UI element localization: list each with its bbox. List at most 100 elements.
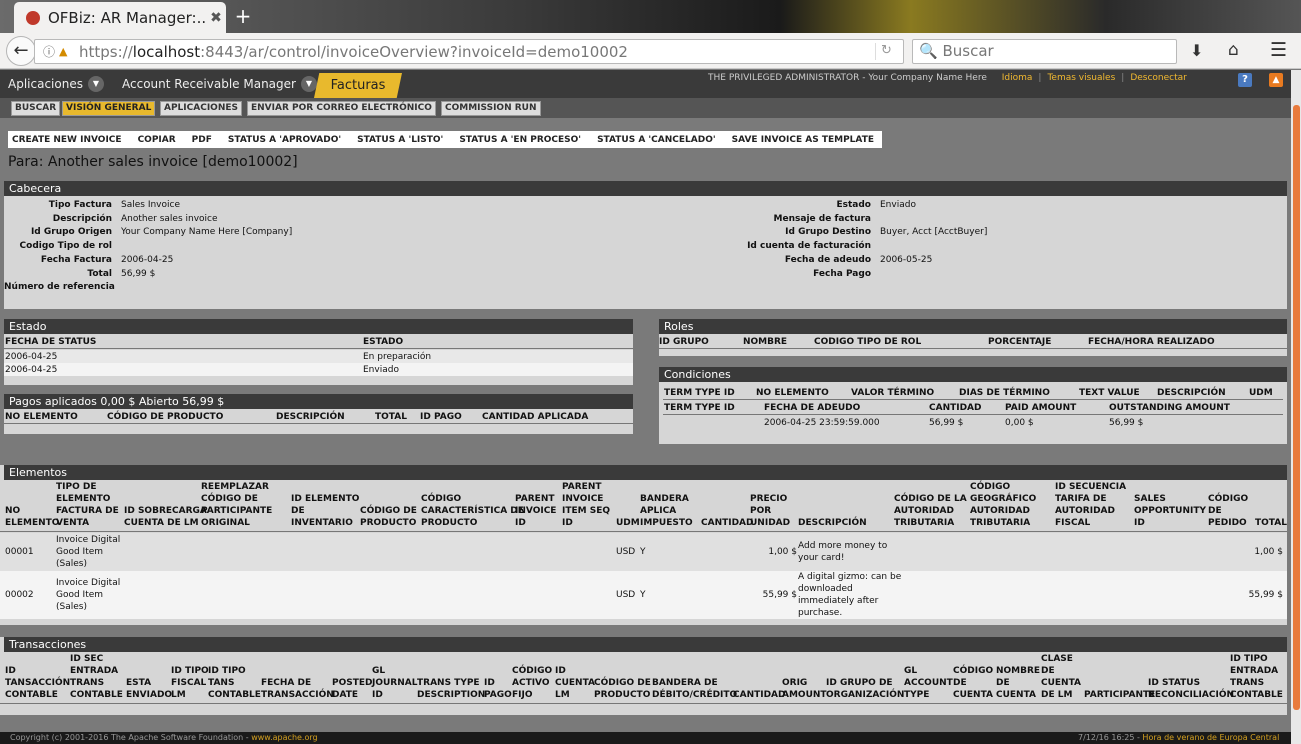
header-field-label: Estado — [836, 200, 871, 210]
status-in-process-button[interactable]: STATUS A 'EN PROCESO' — [459, 135, 581, 145]
header-field-label: Total — [87, 268, 112, 279]
terms-cell: 56,99 $ — [1109, 418, 1144, 428]
header-field-label: Codigo Tipo de rol — [19, 241, 112, 252]
back-button[interactable]: ← — [6, 36, 36, 66]
payments-panel: Pagos aplicados 0,00 $ Abierto 56,99 $ N… — [4, 394, 633, 434]
copy-button[interactable]: COPIAR — [138, 135, 176, 145]
subnav-commission-run[interactable]: COMMISSION RUN — [441, 101, 541, 116]
item-uom-cell: USD — [616, 590, 636, 600]
home-icon[interactable]: ⌂ — [1228, 40, 1239, 60]
footer: Copyright (c) 2001-2016 The Apache Softw… — [0, 732, 1291, 744]
payments-header: ID PAGO — [420, 412, 462, 422]
help-icon[interactable]: ? — [1238, 73, 1252, 87]
url-text: https://localhost:8443/ar/control/invoic… — [79, 42, 628, 61]
items-column-header: BANDERA APLICA IMPUESTO — [640, 494, 693, 528]
item-unit-price-cell: 55,99 $ — [762, 590, 797, 600]
item-tax-flag-cell: Y — [640, 590, 646, 600]
payments-header: CÓDIGO DE PRODUCTO — [107, 412, 224, 422]
item-type-cell: Invoice Digital Good Item (Sales) — [56, 535, 121, 569]
terms-header: DIAS DE TÉRMINO — [959, 388, 1050, 398]
transactions-column-header: ID TIPO ENTRADA TRANS CONTABLE — [1230, 654, 1283, 700]
header-field-label: Descripción — [52, 213, 112, 224]
terms-header: NO ELEMENTO — [756, 388, 829, 398]
payments-header: DESCRIPCIÓN — [276, 412, 345, 422]
transactions-column-header: POSTED DATE — [332, 678, 373, 700]
logout-link[interactable]: Desconectar — [1130, 73, 1187, 83]
transactions-column-header: ORIG AMOUNT — [782, 678, 827, 700]
subnav-aplicaciones[interactable]: APLICACIONES — [160, 101, 242, 116]
roles-header: NOMBRE — [743, 337, 788, 347]
items-column-header: SALES OPPORTUNITY ID — [1134, 494, 1207, 528]
items-column-header: ID ELEMENTO DE INVENTARIO — [291, 494, 360, 528]
header-field-value: Sales Invoice — [121, 200, 180, 210]
account-manager-menu[interactable]: Account Receivable Manager ▼ — [122, 76, 317, 92]
timezone-link[interactable]: Hora de verano de Europa Central — [1142, 733, 1279, 742]
scrollbar-thumb[interactable] — [1293, 105, 1300, 710]
transactions-column-header: NOMBRE DE CUENTA — [996, 666, 1041, 700]
transactions-column-header: ID GRUPO DE ORGANIZACIÓN — [826, 678, 905, 700]
payments-header: TOTAL — [375, 412, 407, 422]
url-bar[interactable]: ⓘ ▲ https://localhost:8443/ar/control/in… — [34, 39, 904, 64]
header-field-value: Your Company Name Here [Company] — [121, 227, 293, 238]
roles-header: PORCENTAJE — [988, 337, 1052, 347]
status-ready-button[interactable]: STATUS A 'LISTO' — [357, 135, 443, 145]
transactions-column-header: BANDERA DE DÉBITO/CRÉDITO — [652, 678, 738, 700]
info-icon[interactable]: ⓘ — [43, 43, 59, 60]
terms-header: TERM TYPE ID — [664, 403, 735, 413]
apache-link[interactable]: www.apache.org — [251, 733, 317, 742]
subnav-enviar-correo[interactable]: ENVIAR POR CORREO ELECTRÓNICO — [247, 101, 436, 116]
language-link[interactable]: Idioma — [1002, 73, 1033, 83]
header-field-label: Tipo Factura — [48, 200, 112, 210]
payments-panel-title: Pagos aplicados 0,00 $ Abierto 56,99 $ — [4, 394, 633, 409]
browser-tab[interactable]: OFBiz: AR Manager:... ✖ — [14, 2, 226, 33]
transactions-column-header: CLASE DE CUENTA DE LM — [1041, 654, 1081, 700]
tab-close-icon[interactable]: ✖ — [206, 10, 226, 26]
lock-warning-icon[interactable]: ▲ — [59, 45, 73, 58]
items-column-header: REEMPLAZAR CÓDIGO DE PARTICIPANTE ORIGIN… — [201, 482, 273, 528]
item-unit-price-cell: 1,00 $ — [768, 547, 797, 557]
subnav-buscar[interactable]: BUSCAR — [11, 101, 61, 116]
header-field-value: 56,99 $ — [121, 268, 156, 279]
items-column-header: PARENT INVOICE ID — [515, 494, 557, 528]
subnav-vision-general[interactable]: VISIÓN GENERAL — [62, 101, 156, 116]
items-column-header: TIPO DE ELEMENTO FACTURA DE VENTA — [56, 482, 119, 528]
hamburger-menu-icon[interactable]: ☰ — [1270, 39, 1287, 61]
create-invoice-button[interactable]: CREATE NEW INVOICE — [12, 135, 122, 145]
top-nav: Aplicaciones ▼ Account Receivable Manager… — [0, 70, 1291, 98]
item-tax-flag-cell: Y — [640, 547, 646, 557]
tab-facturas[interactable]: Facturas — [314, 73, 402, 98]
header-field-label: Id cuenta de facturación — [747, 241, 871, 252]
roles-header: ID GRUPO — [659, 337, 709, 347]
reload-icon[interactable]: ↻ — [875, 43, 897, 60]
new-tab-button[interactable]: + — [232, 4, 254, 28]
transactions-column-header: ID TANSACCIÓN CONTABLE — [5, 666, 71, 700]
transactions-column-header: ESTA ENVIADO — [126, 678, 173, 700]
status-approved-button[interactable]: STATUS A 'APROVADO' — [228, 135, 341, 145]
search-input[interactable]: 🔍 Buscar — [912, 39, 1177, 64]
items-column-header: PARENT INVOICE ITEM SEQ ID — [562, 482, 611, 528]
alert-icon[interactable]: ▲ — [1269, 73, 1283, 87]
chevron-down-icon[interactable]: ▼ — [300, 76, 317, 92]
header-field-label: Id Grupo Origen — [30, 227, 112, 238]
save-template-button[interactable]: SAVE INVOICE AS TEMPLATE — [732, 135, 874, 145]
tab-title: OFBiz: AR Manager:... — [48, 8, 206, 27]
terms-header: PAID AMOUNT — [1005, 403, 1077, 413]
transactions-column-header: CÓDIGO ACTIVO FIJO — [512, 666, 553, 700]
items-column-header: CANTIDAD — [701, 518, 754, 528]
transactions-column-header: ID TIPO FISCAL LM — [171, 666, 209, 700]
header-field-label: Fecha de adeudo — [784, 254, 871, 265]
transactions-column-header: ID STATUS RECONCILIACIÓN — [1148, 678, 1235, 700]
download-icon[interactable]: ⬇ — [1190, 41, 1203, 60]
terms-header: FECHA DE ADEUDO — [764, 403, 861, 413]
status-cancelled-button[interactable]: STATUS A 'CANCELADO' — [597, 135, 716, 145]
applications-menu[interactable]: Aplicaciones ▼ — [8, 76, 104, 92]
themes-link[interactable]: Temas visuales — [1047, 73, 1115, 83]
pdf-button[interactable]: PDF — [192, 135, 212, 145]
favicon-icon — [26, 10, 40, 25]
sub-nav: BUSCAR VISIÓN GENERAL APLICACIONES ENVIA… — [0, 98, 1291, 118]
items-column-header: CÓDIGO GEOGRÁFICO AUTORIDAD TRIBUTARIA — [970, 482, 1037, 528]
item-uom-cell: USD — [616, 547, 636, 557]
chevron-down-icon[interactable]: ▼ — [87, 76, 104, 92]
item-total-cell: 1,00 $ — [1254, 547, 1283, 557]
status-row-date: 2006-04-25 — [5, 365, 58, 375]
